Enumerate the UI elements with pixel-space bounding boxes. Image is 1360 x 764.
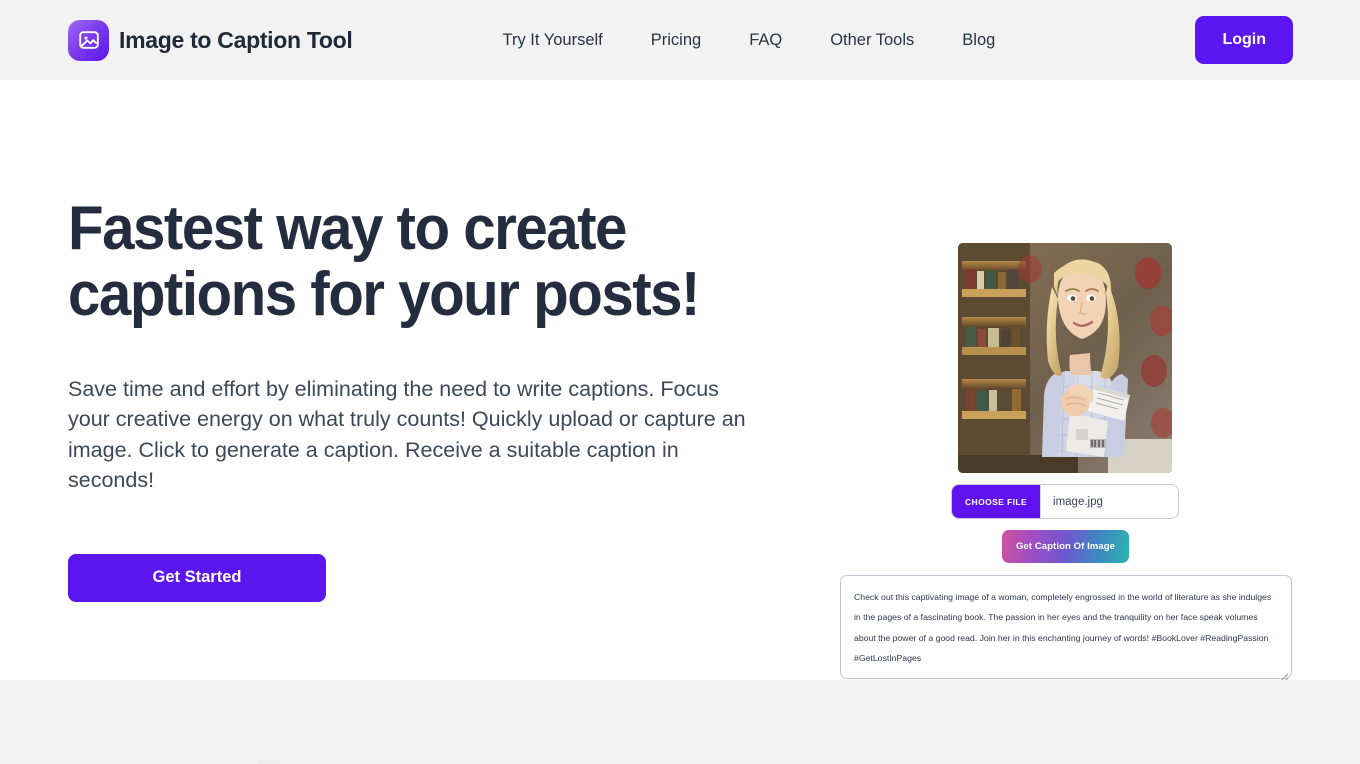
nav-link-try-it-yourself[interactable]: Try It Yourself [478,23,626,58]
site-header: Image to Caption Tool Try It Yourself Pr… [0,0,1360,80]
offscreen-content-peek [258,760,280,764]
demo-mockup: CHOOSE FILE image.jpg Get Caption Of Ima… [840,243,1292,684]
hero-subtitle: Save time and effort by eliminating the … [68,376,746,493]
nav-link-blog[interactable]: Blog [938,23,1019,58]
file-upload-field[interactable]: CHOOSE FILE image.jpg [951,484,1179,519]
login-button[interactable]: Login [1195,16,1293,64]
nav-link-other-tools[interactable]: Other Tools [806,23,938,58]
brand-name: Image to Caption Tool [119,26,353,53]
brand-logo-link[interactable]: Image to Caption Tool [68,19,353,61]
get-caption-of-image-button[interactable]: Get Caption Of Image [1002,530,1129,563]
hero-section: Fastest way to create captions for your … [0,80,1360,683]
hero-copy: Fastest way to create captions for your … [68,80,768,680]
main-nav: Try It Yourself Pricing FAQ Other Tools … [478,23,1019,58]
selected-file-name: image.jpg [1040,485,1178,518]
next-section-band [0,680,1360,764]
get-started-button[interactable]: Get Started [68,553,326,602]
nav-link-faq[interactable]: FAQ [725,23,806,58]
nav-link-pricing[interactable]: Pricing [627,23,725,58]
choose-file-button[interactable]: CHOOSE FILE [952,485,1041,518]
uploaded-image-preview [958,243,1172,473]
image-photo-icon [68,19,109,61]
page-title: Fastest way to create captions for your … [68,194,700,330]
caption-output-wrapper [840,563,1292,684]
caption-output-textarea[interactable] [840,575,1292,679]
